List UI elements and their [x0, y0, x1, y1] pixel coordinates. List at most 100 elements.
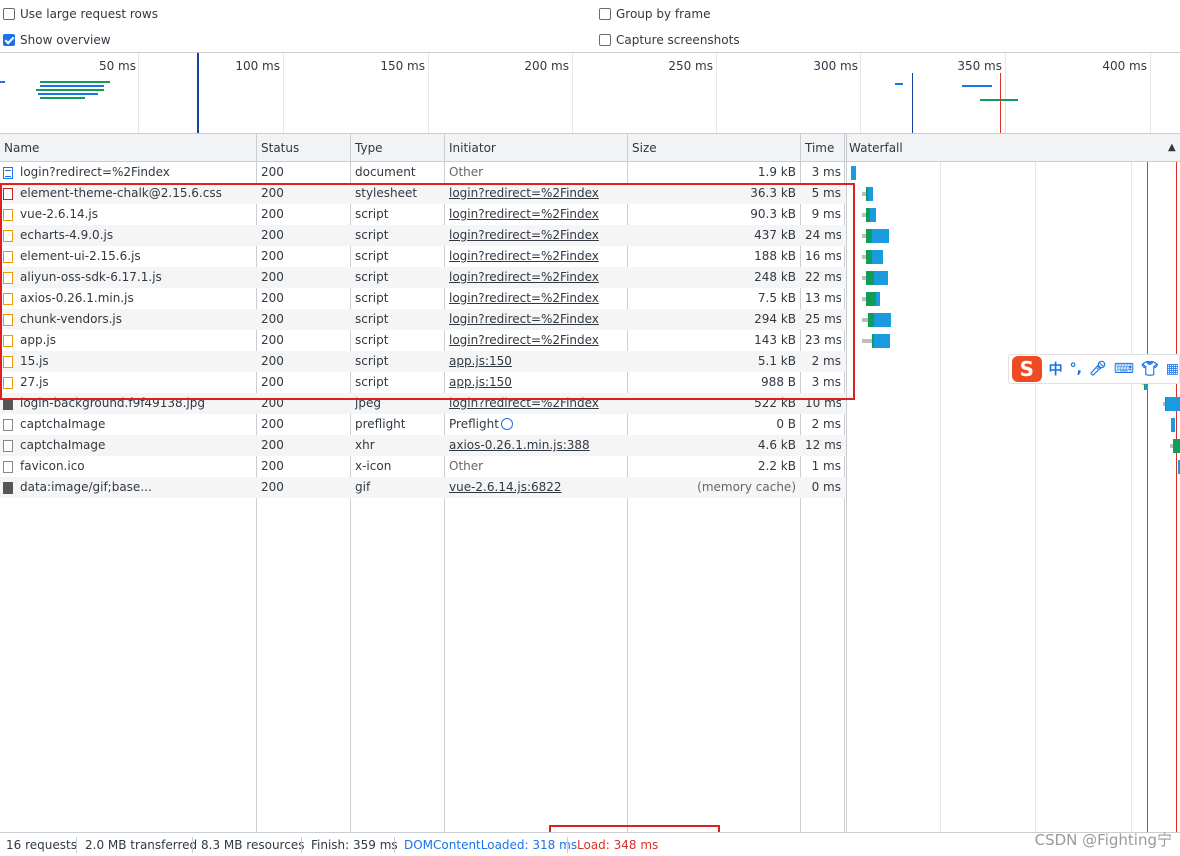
large-rows-option[interactable]: Use large request rows [3, 6, 158, 22]
table-row[interactable]: data:image/gif;base... 200 gif vue-2.6.14.j… [0, 477, 846, 498]
table-row[interactable]: captchaImage 200 xhr axios-0.26.1.min.js:38… [0, 435, 846, 456]
table-row[interactable]: login?redirect=%2Findex 200 document Other 1… [0, 162, 846, 183]
request-count: 16 requests [6, 838, 77, 852]
request-name: login?redirect=%2Findex [20, 165, 170, 179]
waterfall-download-segment [874, 271, 888, 285]
capture-screenshots-label: Capture screenshots [616, 33, 740, 47]
request-type: preflight [355, 417, 406, 431]
request-time: 3 ms [811, 165, 841, 179]
waterfall-download-segment [1166, 397, 1180, 411]
document-icon [3, 167, 13, 179]
status-separator [192, 837, 193, 853]
capture-screenshots-checkbox[interactable] [599, 34, 611, 46]
waterfall-waiting-segment [866, 271, 874, 285]
overview-tick-label: 50 ms [98, 59, 136, 73]
waterfall-download-segment [872, 250, 883, 264]
request-time: 0 ms [811, 480, 841, 494]
overview-gridline [716, 53, 717, 133]
waterfall-queue-segment [862, 339, 872, 343]
request-name: favicon.ico [20, 459, 85, 473]
request-type: x-icon [355, 459, 392, 473]
request-time: 1 ms [811, 459, 841, 473]
column-header-type[interactable]: Type [351, 134, 383, 162]
overview-request-bar [38, 93, 98, 95]
preflight-icon[interactable] [501, 418, 513, 430]
waterfall-download-segment [851, 166, 856, 180]
request-initiator: Other [449, 459, 484, 473]
overview-tick-label: 250 ms [668, 59, 713, 73]
column-header-status[interactable]: Status [257, 134, 299, 162]
table-row[interactable]: captchaImage 200 preflight Preflight 0 B 2 ms [0, 414, 846, 435]
network-overview[interactable]: 50 ms 100 ms 150 ms 200 ms 250 ms 300 ms… [0, 52, 1180, 134]
column-header-time[interactable]: Time [801, 134, 834, 162]
request-status: 200 [261, 165, 284, 179]
group-by-frame-checkbox[interactable] [599, 8, 611, 20]
status-separator [567, 837, 568, 853]
overview-request-bar [40, 97, 85, 99]
waterfall-gridline [1035, 162, 1036, 832]
request-size: 4.6 kB [757, 438, 796, 452]
status-separator [394, 837, 395, 853]
request-type: xhr [355, 438, 375, 452]
overview-domcontentloaded-line [912, 73, 913, 133]
fetch-icon [3, 419, 13, 431]
keyboard-icon[interactable]: ⌨ [1114, 361, 1134, 377]
request-initiator[interactable]: vue-2.6.14.js:6822 [449, 477, 627, 498]
column-header-name[interactable]: Name [0, 134, 39, 162]
waterfall-download-segment [874, 334, 890, 348]
overview-gridline [428, 53, 429, 133]
overview-request-bar [40, 85, 104, 87]
sort-ascending-icon[interactable]: ▲ [1164, 134, 1176, 162]
request-status: 200 [261, 417, 284, 431]
skin-icon[interactable]: 👕︎ [1141, 361, 1159, 377]
request-size: 1.9 kB [757, 165, 796, 179]
fetch-icon [3, 440, 13, 452]
waterfall-load-line [1176, 162, 1177, 832]
column-header-waterfall[interactable]: Waterfall [845, 134, 903, 162]
overview-request-bar [962, 85, 992, 87]
request-time: 2 ms [811, 417, 841, 431]
request-type: document [355, 165, 416, 179]
show-overview-checkbox[interactable] [3, 34, 15, 46]
overview-gridline [138, 53, 139, 133]
watermark: CSDN @Fighting宁 [1034, 831, 1172, 849]
finish-time: Finish: 359 ms [311, 838, 398, 852]
show-overview-option[interactable]: Show overview [3, 32, 111, 48]
overview-request-bar [980, 99, 1018, 101]
ime-punctuation-toggle[interactable]: °, [1070, 361, 1082, 377]
microphone-icon[interactable]: 🎤︎ [1089, 361, 1107, 377]
overview-gridline [572, 53, 573, 133]
overview-request-bar [0, 81, 5, 83]
request-status: 200 [261, 480, 284, 494]
ime-language-toggle[interactable]: 中 [1049, 359, 1063, 379]
waterfall-download-segment [1171, 418, 1175, 432]
overview-tick-label: 150 ms [380, 59, 425, 73]
column-header-size[interactable]: Size [628, 134, 657, 162]
request-size: 2.2 kB [757, 459, 796, 473]
waterfall-download-segment [874, 313, 891, 327]
apps-grid-icon[interactable]: ▦ [1166, 361, 1179, 377]
domcontentloaded-time: DOMContentLoaded: 318 ms [404, 838, 578, 852]
sogou-logo[interactable]: S [1012, 356, 1042, 382]
overview-gridline [283, 53, 284, 133]
fetch-icon [3, 461, 13, 473]
table-row[interactable]: favicon.ico 200 x-icon Other 2.2 kB 1 ms [0, 456, 846, 477]
transferred-size: 2.0 MB transferred [85, 838, 198, 852]
capture-screenshots-option[interactable]: Capture screenshots [599, 32, 740, 48]
image-icon [3, 482, 13, 494]
status-separator [76, 837, 77, 853]
group-by-frame-label: Group by frame [616, 7, 711, 21]
ime-toolbar[interactable]: S 中 °, 🎤︎ ⌨ 👕︎ ▦ [1008, 354, 1180, 384]
request-initiator[interactable]: axios-0.26.1.min.js:388 [449, 435, 627, 456]
highlight-box-scripts [0, 183, 855, 400]
overview-request-bar [36, 89, 104, 91]
resources-size: 8.3 MB resources [201, 838, 305, 852]
request-size: (memory cache) [697, 480, 796, 494]
waterfall-download-segment [868, 187, 873, 201]
overview-tick-label: 350 ms [957, 59, 1002, 73]
group-by-frame-option[interactable]: Group by frame [599, 6, 710, 22]
column-header-initiator[interactable]: Initiator [445, 134, 496, 162]
overview-request-bar [895, 83, 903, 85]
request-initiator: Preflight [449, 417, 499, 431]
large-rows-checkbox[interactable] [3, 8, 15, 20]
